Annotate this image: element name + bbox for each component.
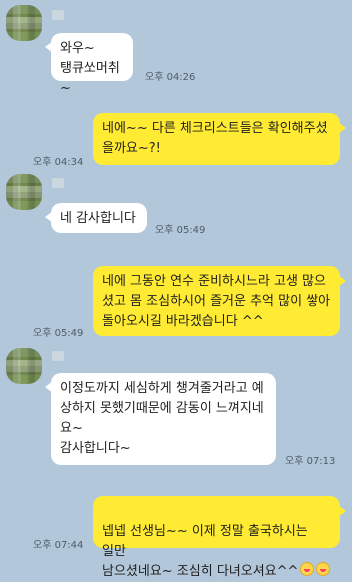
message-bubble-outgoing: 네에~~ 다른 체크리스트들은 확인해주셨 을까요~?! [93,113,346,165]
message-timestamp: 오후 04:26 [145,72,196,83]
message-timestamp: 오후 05:49 [33,328,84,339]
message-bubble-incoming: 와우~ 탱큐쏘머취~ [45,33,133,96]
message-bubble-outgoing: 넵넵 선생님~~ 이제 정말 출국하시는 일만 남으셨네요~ 조심히 다녀오셔요… [93,496,346,579]
sender-name-placeholder [52,178,64,188]
message-timestamp: 오후 07:44 [33,540,84,551]
grinning-face-icon [316,562,331,576]
message-timestamp: 오후 05:49 [155,225,206,236]
message-timestamp: 오후 07:13 [285,456,336,467]
message-bubble-incoming: 이정도까지 세심하게 챙겨줄거라고 예 상하지 못했기때문에 감동이 느껴지네 … [45,373,276,465]
message-timestamp: 오후 04:34 [33,157,84,168]
sender-name-placeholder [52,351,64,361]
message-text: 넵넵 선생님~~ 이제 정말 출국하시는 일만 남으셨네요~ 조심히 다녀오셔요… [102,524,308,579]
message-bubble-incoming: 네 감사합니다 [45,203,147,233]
avatar[interactable] [6,348,42,384]
avatar[interactable] [6,174,42,210]
avatar[interactable] [6,5,42,41]
message-bubble-outgoing: 네에 그동안 연수 준비하시느라 고생 많으 셨고 몸 조심하시어 즐거운 추억… [93,266,346,336]
sender-name-placeholder [52,10,64,20]
grinning-face-icon [300,562,315,576]
